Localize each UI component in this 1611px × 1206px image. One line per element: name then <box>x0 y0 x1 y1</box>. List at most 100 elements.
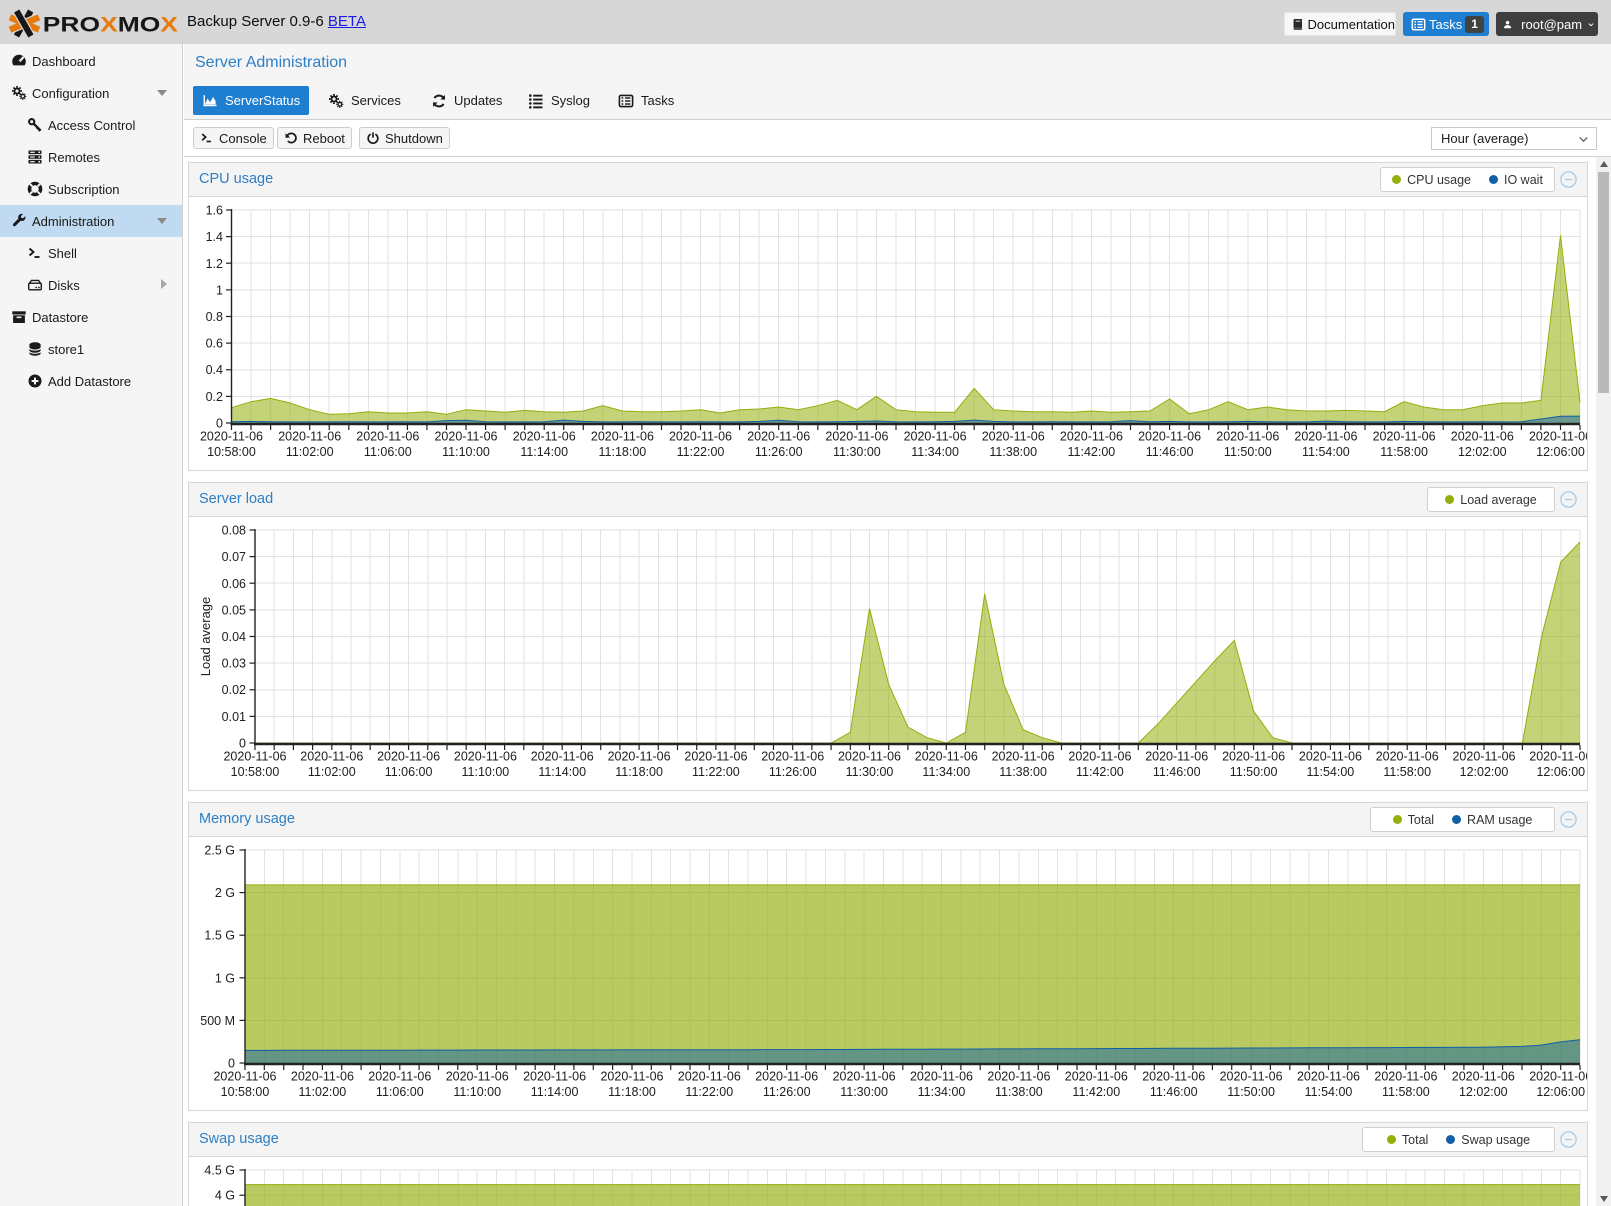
svg-text:11:38:00: 11:38:00 <box>995 1085 1043 1099</box>
svg-text:0.08: 0.08 <box>222 524 246 538</box>
svg-text:11:42:00: 11:42:00 <box>1068 445 1116 459</box>
svg-text:11:54:00: 11:54:00 <box>1305 1085 1353 1099</box>
svg-text:2020-11-06: 2020-11-06 <box>1373 430 1436 444</box>
svg-text:1.6: 1.6 <box>206 204 223 218</box>
svg-text:1: 1 <box>216 283 223 297</box>
svg-text:11:14:00: 11:14:00 <box>538 765 586 779</box>
svg-text:2020-11-06: 2020-11-06 <box>833 1070 896 1084</box>
svg-text:2020-11-06: 2020-11-06 <box>454 750 517 764</box>
svg-text:0.03: 0.03 <box>222 657 246 671</box>
svg-text:2020-11-06: 2020-11-06 <box>200 430 263 444</box>
svg-text:2020-11-06: 2020-11-06 <box>377 750 440 764</box>
svg-text:2020-11-06: 2020-11-06 <box>982 430 1045 444</box>
svg-text:2020-11-06: 2020-11-06 <box>1145 750 1208 764</box>
svg-text:2020-11-06: 2020-11-06 <box>825 430 888 444</box>
svg-text:2020-11-06: 2020-11-06 <box>1142 1070 1205 1084</box>
svg-text:2020-11-06: 2020-11-06 <box>434 430 497 444</box>
svg-text:2020-11-06: 2020-11-06 <box>684 750 747 764</box>
svg-text:0.2: 0.2 <box>206 390 223 404</box>
svg-text:11:54:00: 11:54:00 <box>1302 445 1350 459</box>
svg-text:11:38:00: 11:38:00 <box>999 765 1047 779</box>
svg-text:0.04: 0.04 <box>222 630 246 644</box>
svg-text:2020-11-06: 2020-11-06 <box>838 750 901 764</box>
svg-text:2020-11-06: 2020-11-06 <box>1529 1070 1587 1084</box>
svg-text:11:30:00: 11:30:00 <box>840 1085 888 1099</box>
svg-text:0.02: 0.02 <box>222 683 246 697</box>
svg-text:2020-11-06: 2020-11-06 <box>1294 430 1357 444</box>
svg-text:11:02:00: 11:02:00 <box>299 1085 347 1099</box>
svg-text:Load average: Load average <box>198 597 213 677</box>
svg-text:11:46:00: 11:46:00 <box>1153 765 1201 779</box>
svg-text:11:42:00: 11:42:00 <box>1076 765 1124 779</box>
svg-text:11:46:00: 11:46:00 <box>1146 445 1194 459</box>
svg-text:11:34:00: 11:34:00 <box>918 1085 966 1099</box>
svg-text:1.4: 1.4 <box>206 230 223 244</box>
svg-text:2020-11-06: 2020-11-06 <box>1376 750 1439 764</box>
svg-text:0.05: 0.05 <box>222 603 246 617</box>
svg-text:11:18:00: 11:18:00 <box>615 765 663 779</box>
svg-text:12:02:00: 12:02:00 <box>1460 765 1509 779</box>
svg-text:11:02:00: 11:02:00 <box>286 445 334 459</box>
svg-text:11:58:00: 11:58:00 <box>1383 765 1431 779</box>
svg-text:11:42:00: 11:42:00 <box>1072 1085 1120 1099</box>
svg-text:2020-11-06: 2020-11-06 <box>300 750 363 764</box>
svg-text:11:30:00: 11:30:00 <box>833 445 881 459</box>
svg-text:11:50:00: 11:50:00 <box>1224 445 1272 459</box>
svg-text:2020-11-06: 2020-11-06 <box>1529 430 1587 444</box>
svg-text:11:10:00: 11:10:00 <box>442 445 490 459</box>
svg-text:2020-11-06: 2020-11-06 <box>904 430 967 444</box>
svg-text:2020-11-06: 2020-11-06 <box>1138 430 1201 444</box>
svg-text:11:38:00: 11:38:00 <box>989 445 1037 459</box>
svg-text:12:06:00: 12:06:00 <box>1536 445 1585 459</box>
svg-text:2020-11-06: 2020-11-06 <box>1220 1070 1283 1084</box>
svg-text:11:18:00: 11:18:00 <box>608 1085 656 1099</box>
svg-text:12:06:00: 12:06:00 <box>1536 1085 1585 1099</box>
svg-text:11:22:00: 11:22:00 <box>677 445 725 459</box>
svg-text:0.6: 0.6 <box>206 337 223 351</box>
svg-text:11:34:00: 11:34:00 <box>922 765 970 779</box>
svg-text:11:22:00: 11:22:00 <box>692 765 740 779</box>
svg-text:2020-11-06: 2020-11-06 <box>368 1070 431 1084</box>
svg-text:2020-11-06: 2020-11-06 <box>223 750 286 764</box>
svg-text:2020-11-06: 2020-11-06 <box>278 430 341 444</box>
svg-text:2020-11-06: 2020-11-06 <box>678 1070 741 1084</box>
svg-text:11:18:00: 11:18:00 <box>599 445 647 459</box>
svg-text:4.5 G: 4.5 G <box>204 1164 235 1178</box>
svg-text:2020-11-06: 2020-11-06 <box>1451 430 1514 444</box>
svg-text:11:14:00: 11:14:00 <box>531 1085 579 1099</box>
svg-text:PROXMOX: PROXMOX <box>43 13 178 37</box>
svg-text:2020-11-06: 2020-11-06 <box>1452 750 1515 764</box>
svg-text:0.06: 0.06 <box>222 577 246 591</box>
svg-text:0.4: 0.4 <box>206 363 223 377</box>
svg-text:2020-11-06: 2020-11-06 <box>513 430 576 444</box>
svg-text:11:30:00: 11:30:00 <box>846 765 894 779</box>
svg-text:2020-11-06: 2020-11-06 <box>747 430 810 444</box>
svg-text:11:34:00: 11:34:00 <box>911 445 959 459</box>
svg-text:0: 0 <box>228 1057 235 1071</box>
svg-text:11:06:00: 11:06:00 <box>376 1085 424 1099</box>
svg-text:2 G: 2 G <box>215 886 235 900</box>
svg-text:4 G: 4 G <box>215 1189 235 1203</box>
svg-text:11:26:00: 11:26:00 <box>769 765 817 779</box>
svg-text:2020-11-06: 2020-11-06 <box>591 430 654 444</box>
svg-text:11:50:00: 11:50:00 <box>1227 1085 1275 1099</box>
svg-text:12:02:00: 12:02:00 <box>1458 445 1507 459</box>
svg-text:2020-11-06: 2020-11-06 <box>600 1070 663 1084</box>
svg-text:2020-11-06: 2020-11-06 <box>1065 1070 1128 1084</box>
svg-text:0.8: 0.8 <box>206 310 223 324</box>
svg-text:11:50:00: 11:50:00 <box>1230 765 1278 779</box>
svg-text:1.2: 1.2 <box>206 257 223 271</box>
svg-text:2020-11-06: 2020-11-06 <box>1452 1070 1515 1084</box>
svg-text:0: 0 <box>239 737 246 751</box>
svg-text:2.5 G: 2.5 G <box>204 844 235 858</box>
svg-text:1.5 G: 1.5 G <box>204 929 235 943</box>
svg-text:2020-11-06: 2020-11-06 <box>1216 430 1279 444</box>
svg-text:2020-11-06: 2020-11-06 <box>755 1070 818 1084</box>
svg-text:1 G: 1 G <box>215 971 235 985</box>
svg-text:2020-11-06: 2020-11-06 <box>608 750 671 764</box>
svg-text:2020-11-06: 2020-11-06 <box>1068 750 1131 764</box>
svg-text:2020-11-06: 2020-11-06 <box>910 1070 973 1084</box>
svg-text:11:58:00: 11:58:00 <box>1380 445 1428 459</box>
svg-text:11:46:00: 11:46:00 <box>1150 1085 1198 1099</box>
svg-text:2020-11-06: 2020-11-06 <box>915 750 978 764</box>
